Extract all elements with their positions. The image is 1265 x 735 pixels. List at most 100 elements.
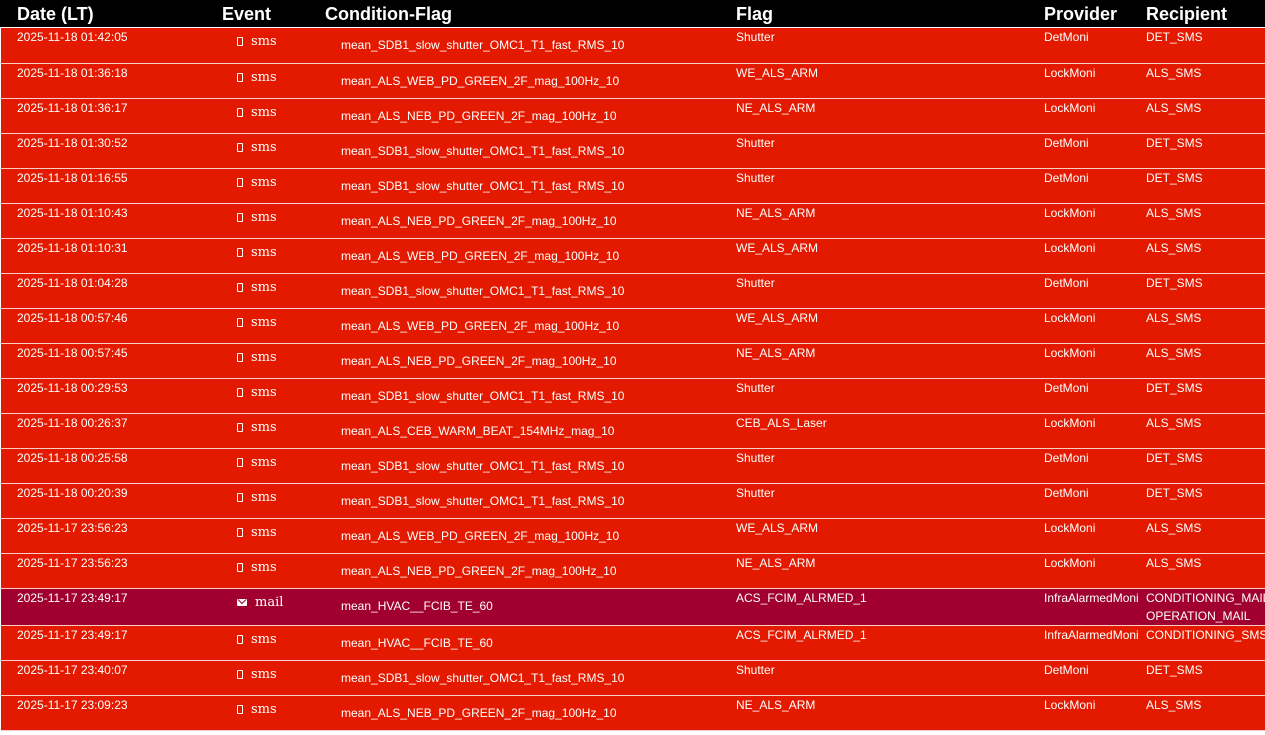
column-header-event[interactable]: Event	[222, 3, 271, 25]
table-row[interactable]: 2025-11-18 00:29:53 sms mean_SDB1_slow_shu…	[1, 379, 1265, 414]
column-header-condition-flag[interactable]: Condition-Flag	[325, 3, 452, 25]
provider-cell: InfraAlarmedMoni	[1044, 591, 1139, 605]
table-row[interactable]: 2025-11-18 01:36:18 sms mean_ALS_WEB_PD_GR…	[1, 64, 1265, 99]
provider-cell: LockMoni	[1044, 241, 1096, 255]
column-header-recipient[interactable]: Recipient	[1146, 3, 1227, 25]
event-cell: sms	[237, 174, 277, 193]
flag-cell: NE_ALS_ARM	[736, 698, 816, 712]
date-cell: 2025-11-18 01:10:31	[17, 241, 128, 255]
flag-cell: Shutter	[736, 276, 775, 290]
column-header-flag[interactable]: Flag	[736, 3, 773, 25]
table-row[interactable]: 2025-11-17 23:56:23 sms mean_ALS_WEB_PD_GR…	[1, 519, 1265, 554]
table-row[interactable]: 2025-11-18 00:57:45 sms mean_ALS_NEB_PD_GR…	[1, 344, 1265, 379]
provider-cell: InfraAlarmedMoni	[1044, 628, 1139, 642]
recipient-cell: DET_SMS	[1146, 484, 1203, 502]
event-label: sms	[251, 525, 277, 540]
recipient-name: ALS_SMS	[1146, 416, 1202, 430]
phone-icon	[237, 634, 243, 644]
provider-cell: DetMoni	[1044, 451, 1089, 465]
flag-cell: Shutter	[736, 663, 775, 677]
event-label: sms	[251, 245, 277, 260]
event-cell: sms	[237, 631, 277, 650]
recipient-name: DET_SMS	[1146, 276, 1203, 290]
table-row[interactable]: 2025-11-18 01:42:05 sms mean_SDB1_slow_shu…	[1, 28, 1265, 64]
condition-flag-cell: mean_SDB1_slow_shutter_OMC1_T1_fast_RMS_…	[341, 459, 625, 473]
table-row[interactable]: 2025-11-18 01:10:31 sms mean_ALS_WEB_PD_GR…	[1, 239, 1265, 274]
recipient-cell: ALS_SMS	[1146, 344, 1201, 362]
date-cell: 2025-11-18 01:36:18	[17, 66, 128, 80]
event-label: sms	[251, 175, 277, 190]
event-label: sms	[251, 315, 277, 330]
table-row[interactable]: 2025-11-17 23:49:17 mail mean_HVAC__FCIB_T…	[1, 589, 1265, 626]
table-row[interactable]: 2025-11-18 00:25:58 sms mean_SDB1_slow_shu…	[1, 449, 1265, 484]
recipient-name: ALS_SMS	[1146, 521, 1202, 535]
table-row[interactable]: 2025-11-17 23:56:23 sms mean_ALS_NEB_PD_GR…	[1, 554, 1265, 589]
phone-icon	[237, 247, 243, 257]
table-row[interactable]: 2025-11-18 00:26:37 sms mean_ALS_CEB_WARM_…	[1, 414, 1265, 449]
condition-flag-cell: mean_HVAC__FCIB_TE_60	[341, 636, 493, 650]
date-cell: 2025-11-17 23:56:23	[17, 556, 128, 570]
phone-icon	[237, 107, 243, 117]
recipient-name: ALS_SMS	[1146, 66, 1202, 80]
table-row[interactable]: 2025-11-17 23:49:17 sms mean_HVAC__FCIB_TE…	[1, 626, 1265, 661]
phone-icon	[237, 142, 243, 152]
recipient-cell: ALS_SMS	[1146, 204, 1201, 222]
table-row[interactable]: 2025-11-18 01:04:28 sms mean_SDB1_slow_shu…	[1, 274, 1265, 309]
table-row[interactable]: 2025-11-17 23:09:23 sms mean_ALS_NEB_PD_GR…	[1, 696, 1265, 731]
condition-flag-cell: mean_SDB1_slow_shutter_OMC1_T1_fast_RMS_…	[341, 179, 625, 193]
date-cell: 2025-11-17 23:40:07	[17, 663, 128, 677]
phone-icon	[237, 282, 243, 292]
provider-cell: LockMoni	[1044, 521, 1096, 535]
condition-flag-cell: mean_SDB1_slow_shutter_OMC1_T1_fast_RMS_…	[341, 144, 625, 158]
event-label: sms	[251, 420, 277, 435]
flag-cell: Shutter	[736, 136, 775, 150]
event-cell: sms	[237, 524, 277, 543]
table-row[interactable]: 2025-11-18 01:36:17 sms mean_ALS_NEB_PD_GR…	[1, 99, 1265, 134]
recipient-cell: ALS_SMS	[1146, 309, 1201, 327]
event-label: sms	[251, 667, 277, 682]
phone-icon	[237, 387, 243, 397]
event-label: sms	[251, 632, 277, 647]
recipient-cell: ALS_SMS	[1146, 239, 1201, 257]
date-cell: 2025-11-18 00:20:39	[17, 486, 128, 500]
event-cell: mail	[237, 594, 283, 613]
event-cell: sms	[237, 104, 277, 123]
event-cell: sms	[237, 701, 277, 720]
table-row[interactable]: 2025-11-18 00:20:39 sms mean_SDB1_slow_shu…	[1, 484, 1265, 519]
flag-cell: WE_ALS_ARM	[736, 66, 819, 80]
column-header-provider[interactable]: Provider	[1044, 3, 1117, 25]
phone-icon	[237, 36, 243, 46]
alert-log-table: Date (LT) Event Condition-Flag Flag Prov…	[0, 0, 1265, 735]
table-row[interactable]: 2025-11-18 00:57:46 sms mean_ALS_WEB_PD_GR…	[1, 309, 1265, 344]
table-row[interactable]: 2025-11-18 01:30:52 sms mean_SDB1_slow_shu…	[1, 134, 1265, 169]
recipient-name: ALS_SMS	[1146, 101, 1202, 115]
condition-flag-cell: mean_SDB1_slow_shutter_OMC1_T1_fast_RMS_…	[341, 494, 625, 508]
provider-cell: LockMoni	[1044, 101, 1096, 115]
phone-icon	[237, 422, 243, 432]
recipient-cell: DET_SMS	[1146, 379, 1203, 397]
flag-cell: Shutter	[736, 381, 775, 395]
event-cell: sms	[237, 666, 277, 685]
provider-cell: LockMoni	[1044, 416, 1096, 430]
recipient-name: DET_SMS	[1146, 171, 1203, 185]
date-cell: 2025-11-17 23:56:23	[17, 521, 128, 535]
flag-cell: NE_ALS_ARM	[736, 101, 816, 115]
recipient-cell: CONDITIONING_SMS	[1146, 626, 1265, 644]
recipient-name: DET_SMS	[1146, 30, 1203, 44]
table-row[interactable]: 2025-11-18 01:16:55 sms mean_SDB1_slow_shu…	[1, 169, 1265, 204]
flag-cell: NE_ALS_ARM	[736, 346, 816, 360]
event-label: sms	[251, 280, 277, 295]
date-cell: 2025-11-18 00:25:58	[17, 451, 128, 465]
condition-flag-cell: mean_ALS_WEB_PD_GREEN_2F_mag_100Hz_10	[341, 319, 620, 333]
flag-cell: ACS_FCIM_ALRMED_1	[736, 628, 867, 642]
condition-flag-cell: mean_SDB1_slow_shutter_OMC1_T1_fast_RMS_…	[341, 671, 625, 685]
event-cell: sms	[237, 419, 277, 438]
table-row[interactable]: 2025-11-17 23:40:07 sms mean_SDB1_slow_shu…	[1, 661, 1265, 696]
condition-flag-cell: mean_HVAC__FCIB_TE_60	[341, 599, 493, 613]
recipient-cell: DET_SMS	[1146, 28, 1203, 46]
recipient-name: DET_SMS	[1146, 486, 1203, 500]
table-row[interactable]: 2025-11-18 01:10:43 sms mean_ALS_NEB_PD_GR…	[1, 204, 1265, 239]
column-header-date[interactable]: Date (LT)	[17, 3, 94, 25]
date-cell: 2025-11-18 01:42:05	[17, 30, 128, 44]
provider-cell: LockMoni	[1044, 206, 1096, 220]
